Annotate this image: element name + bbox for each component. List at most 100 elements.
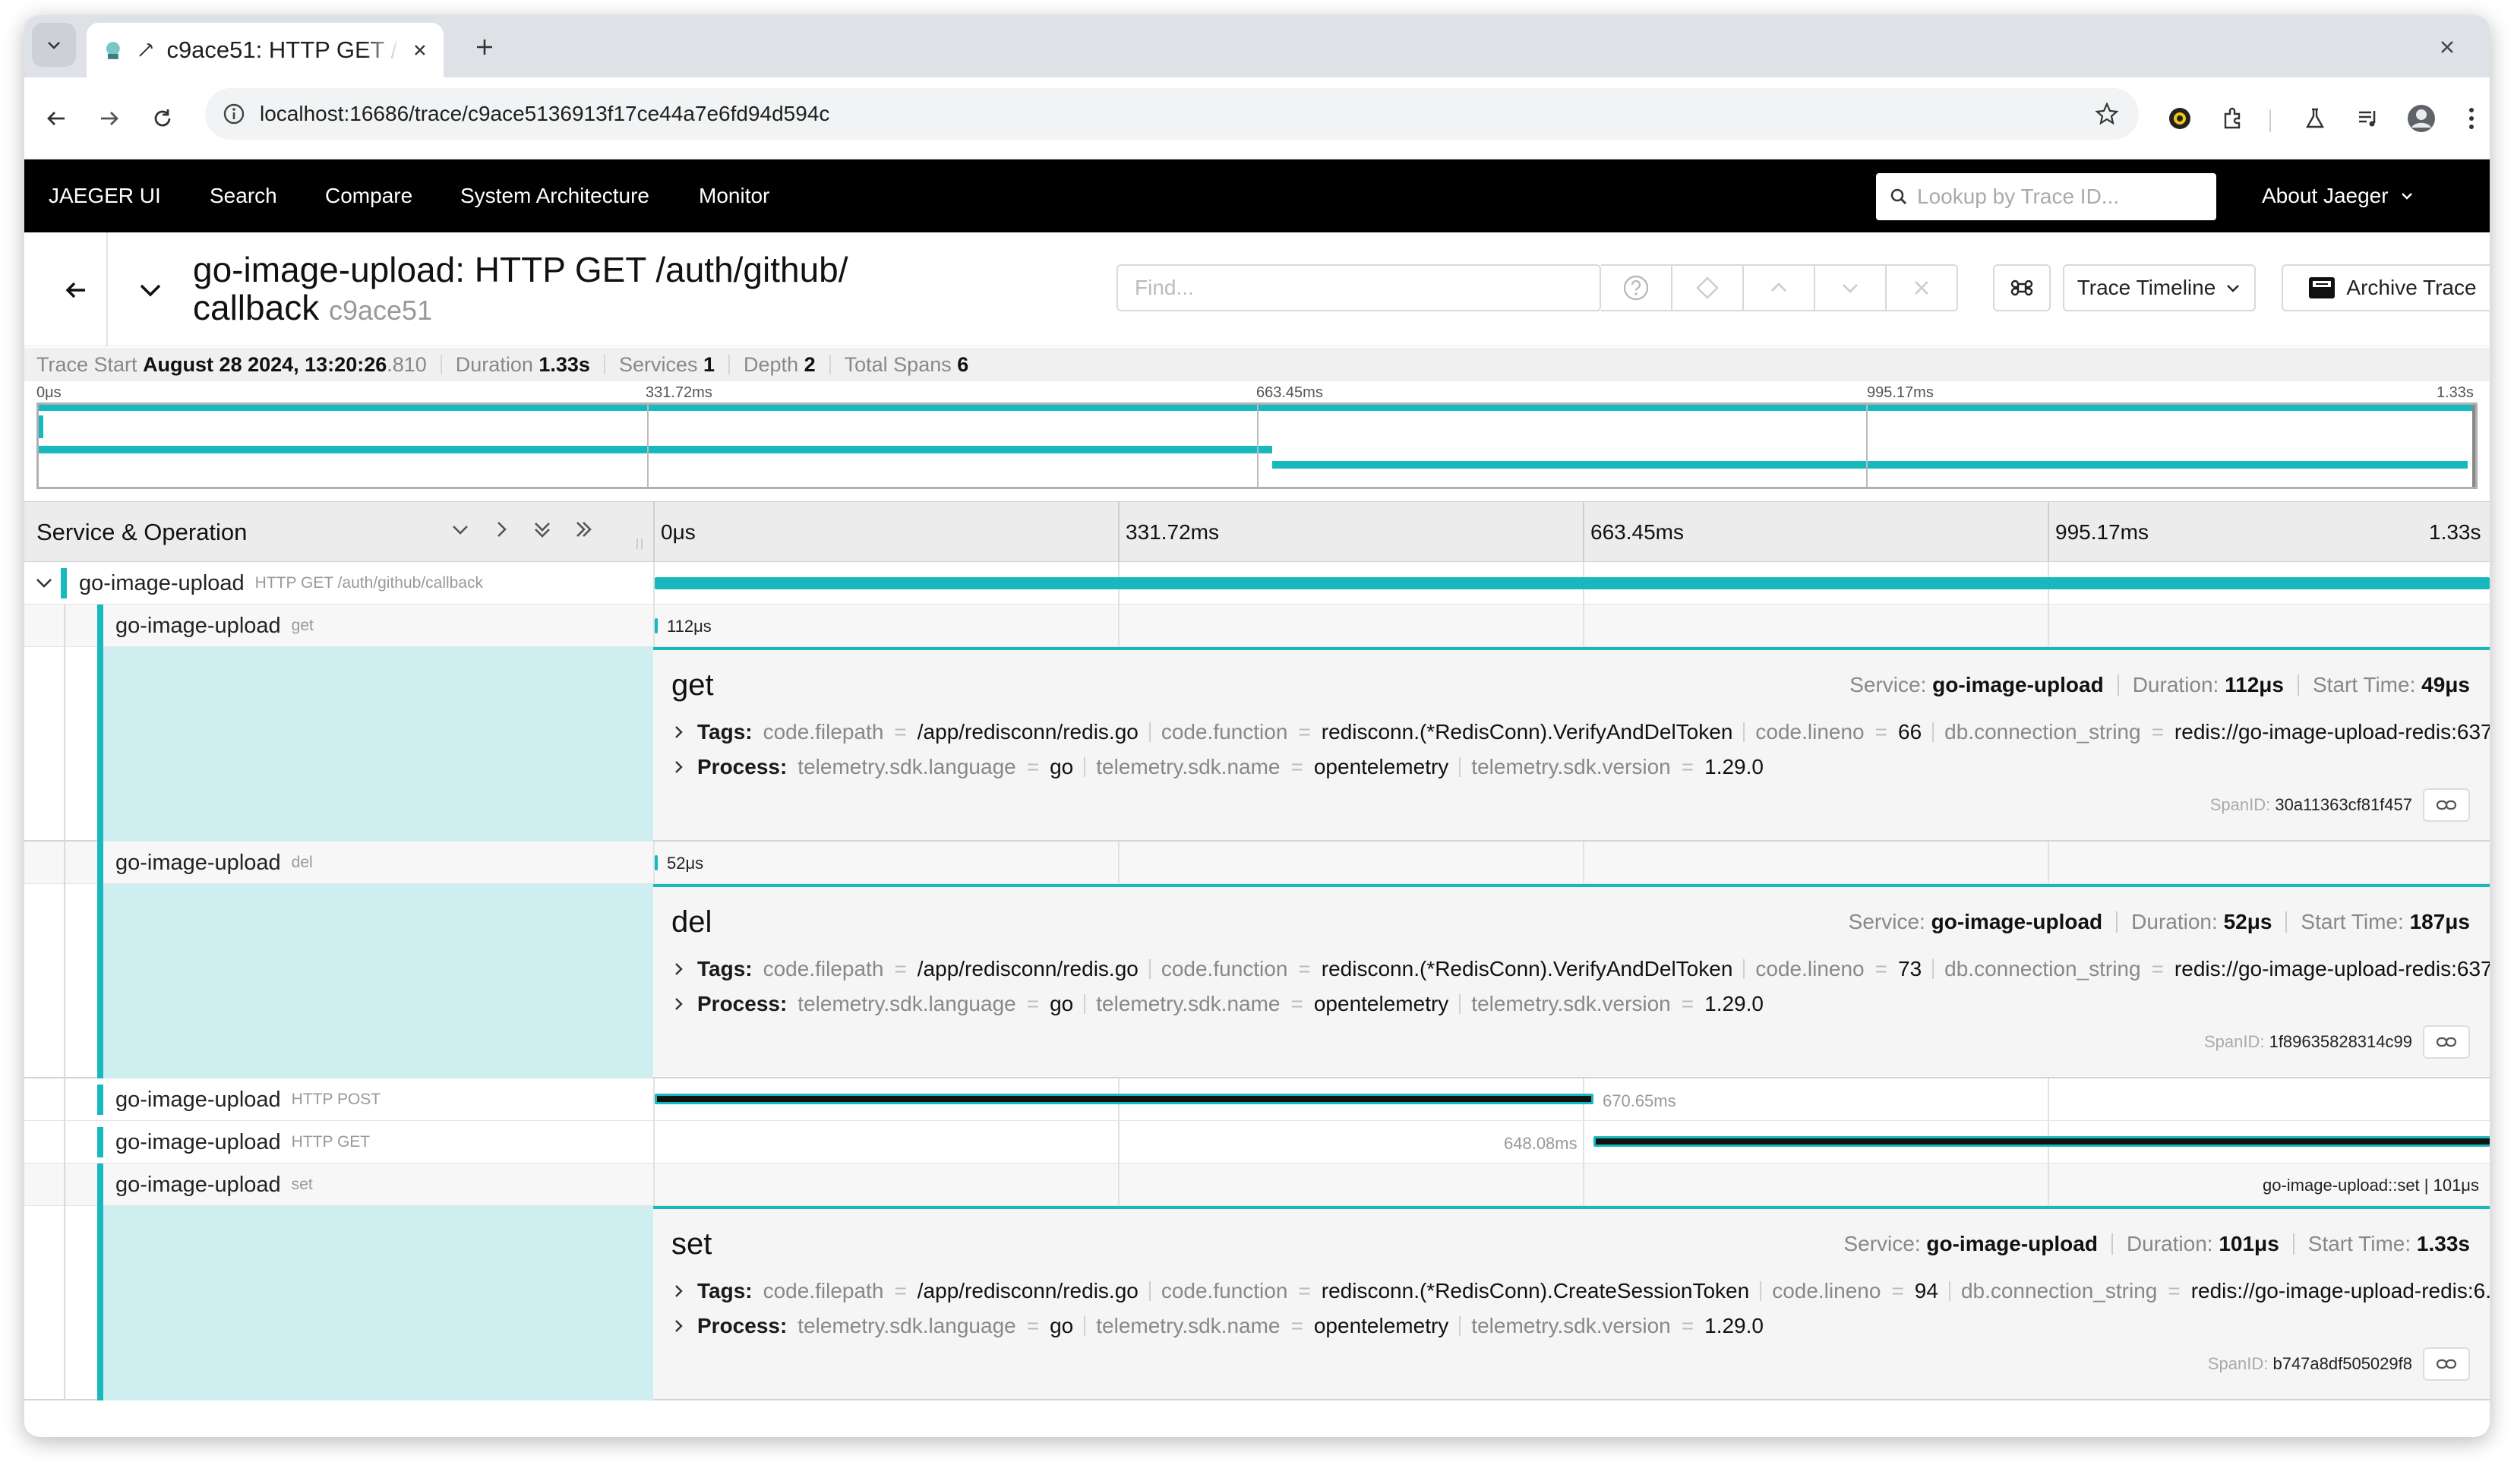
view-type-dropdown[interactable]: Trace Timeline <box>2063 264 2256 311</box>
detail-panel: get Service: go-image-upload Duration: 1… <box>653 647 2490 840</box>
header-gridline <box>1583 502 1584 563</box>
span-name[interactable]: go-image-upload set <box>115 1164 313 1206</box>
nav-monitor[interactable]: Monitor <box>699 159 769 232</box>
service-color-bar <box>97 605 103 647</box>
labs-button[interactable] <box>2291 94 2339 143</box>
detail-process[interactable]: Process: telemetry.sdk.language = go telem… <box>671 1314 1764 1338</box>
span-row[interactable]: go-image-upload get 112μs <box>24 605 2490 647</box>
span-row[interactable]: go-image-upload set go-image-upload::set… <box>24 1164 2490 1206</box>
span-bar[interactable] <box>655 618 658 633</box>
chevron-down-icon[interactable] <box>33 573 55 594</box>
nav-search[interactable]: Search <box>210 159 277 232</box>
collapse-header-button[interactable] <box>126 266 175 314</box>
trace-id-lookup-input[interactable]: Lookup by Trace ID... <box>1876 173 2216 220</box>
tag-value: /app/redisconn/redis.go <box>917 1279 1139 1302</box>
span-row[interactable]: go-image-upload del 52μs <box>24 841 2490 884</box>
minimap-ticks: 0μs 331.72ms 663.45ms 995.17ms 1.33s <box>24 383 2490 403</box>
close-window-button[interactable] <box>2423 23 2471 71</box>
extension-color-button[interactable] <box>2156 94 2204 143</box>
next-result-button[interactable] <box>1815 264 1887 311</box>
total-spans-value: 6 <box>957 352 969 376</box>
detail-service-label: Service: <box>1848 910 1925 933</box>
minimap-handle[interactable] <box>2472 405 2475 487</box>
nav-system-architecture[interactable]: System Architecture <box>460 159 649 232</box>
span-name[interactable]: go-image-upload del <box>115 841 313 884</box>
forward-button[interactable] <box>85 94 134 143</box>
span-row[interactable]: go-image-upload HTTP GET /auth/github/ca… <box>24 562 2490 605</box>
row-gridline <box>2048 1078 2049 1120</box>
prev-result-button[interactable] <box>1744 264 1815 311</box>
tree-guide <box>64 841 65 884</box>
row-gridline <box>2048 605 2049 646</box>
copy-link-button[interactable] <box>2423 1347 2470 1381</box>
detail-spanid: SpanID: 30a11363cf81f457 <box>2210 788 2470 822</box>
expand-all-icon[interactable] <box>571 517 595 542</box>
new-tab-button[interactable] <box>460 23 509 71</box>
nav-brand[interactable]: JAEGER UI <box>49 159 161 232</box>
span-bar[interactable] <box>1593 1136 2490 1147</box>
archive-trace-button[interactable]: Archive Trace <box>2282 264 2490 311</box>
trace-summary: Trace Start August 28 2024, 13:20:26.810… <box>24 348 2490 381</box>
process-label: Process: <box>697 992 788 1015</box>
media-button[interactable] <box>2344 94 2392 143</box>
tree-guide <box>64 1121 65 1164</box>
nav-compare[interactable]: Compare <box>325 159 412 232</box>
header-gridline <box>653 502 655 563</box>
span-name[interactable]: go-image-upload HTTP GET <box>115 1121 370 1164</box>
search-icon <box>1890 188 1906 204</box>
trace-minimap[interactable] <box>36 403 2478 489</box>
reload-button[interactable] <box>138 94 187 143</box>
close-tab-icon[interactable] <box>412 42 428 58</box>
detail-tags[interactable]: Tags: code.filepath =/app/redisconn/redis… <box>671 957 2490 981</box>
detail-process[interactable]: Process: telemetry.sdk.language = go telem… <box>671 992 1764 1016</box>
profile-button[interactable] <box>2397 94 2446 143</box>
extensions-button[interactable] <box>2209 94 2257 143</box>
bookmark-star-icon[interactable] <box>2095 102 2119 126</box>
flask-icon <box>2305 108 2325 128</box>
span-name[interactable]: go-image-upload get <box>115 605 314 647</box>
focus-result-button[interactable] <box>1672 264 1744 311</box>
process-value: go <box>1050 1314 1074 1337</box>
find-input[interactable]: Find... <box>1116 264 1601 311</box>
span-duration-label: 670.65ms <box>1603 1091 1676 1110</box>
span-row[interactable]: go-image-upload HTTP POST 670.65ms <box>24 1078 2490 1121</box>
view-type-label: Trace Timeline <box>2077 276 2216 299</box>
timeline-tick: 663.45ms <box>1590 520 1684 544</box>
tag-value: redis://go-image-upload-redis:637... <box>2174 957 2490 980</box>
collapse-one-icon[interactable] <box>448 517 472 542</box>
detail-tags[interactable]: Tags: code.filepath =/app/redisconn/redis… <box>671 720 2490 744</box>
collapse-all-icon[interactable] <box>530 517 554 542</box>
expand-one-icon[interactable] <box>489 517 513 542</box>
service-operation-header: Service & Operation <box>36 519 248 545</box>
span-row[interactable]: go-image-upload HTTP GET 648.08ms <box>24 1121 2490 1164</box>
service-color-bar <box>97 647 103 841</box>
span-bar[interactable] <box>655 577 2490 589</box>
detail-start: 49μs <box>2421 673 2470 696</box>
address-bar[interactable]: localhost:16686/trace/c9ace5136913f17ce4… <box>205 88 2139 140</box>
browser-menu-button[interactable] <box>2447 94 2490 143</box>
copy-link-button[interactable] <box>2423 1025 2470 1059</box>
find-help-button[interactable] <box>1601 264 1672 311</box>
back-to-search-button[interactable] <box>52 266 100 314</box>
span-bar[interactable] <box>655 855 658 870</box>
browser-tab[interactable]: c9ace51: HTTP GET /auth/github/callback <box>87 23 444 77</box>
process-key: telemetry.sdk.language <box>797 1314 1016 1337</box>
span-name[interactable]: go-image-upload HTTP POST <box>115 1078 381 1121</box>
keyboard-shortcuts-button[interactable] <box>1993 264 2051 311</box>
tab-search-button[interactable] <box>32 23 76 67</box>
detail-tags[interactable]: Tags: code.filepath =/app/redisconn/redis… <box>671 1279 2490 1303</box>
back-button[interactable] <box>32 94 81 143</box>
summary-divider <box>440 355 442 374</box>
site-info-icon[interactable] <box>222 102 246 126</box>
clear-search-button[interactable] <box>1887 264 1958 311</box>
minimap-gridline <box>1257 405 1259 487</box>
copy-link-button[interactable] <box>2423 788 2470 822</box>
about-jaeger-menu[interactable]: About Jaeger <box>2262 159 2415 232</box>
column-resizer[interactable] <box>636 538 643 549</box>
span-name[interactable]: go-image-upload HTTP GET /auth/github/ca… <box>79 562 483 605</box>
detail-service: go-image-upload <box>1931 910 2103 933</box>
span-bar[interactable] <box>655 1094 1593 1104</box>
detail-start: 187μs <box>2409 910 2470 933</box>
detail-process[interactable]: Process: telemetry.sdk.language = go telem… <box>671 755 1764 779</box>
detail-start-label: Start Time: <box>2301 910 2404 933</box>
